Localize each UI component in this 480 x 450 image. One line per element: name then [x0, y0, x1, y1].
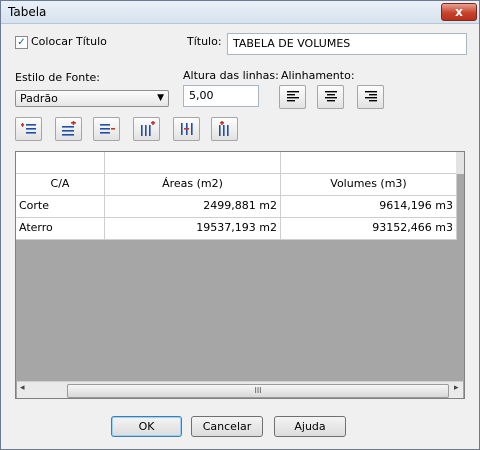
grid-header-cell[interactable]	[16, 152, 105, 174]
insert-column-button[interactable]	[133, 117, 160, 141]
row-height-label: Altura das linhas:	[183, 69, 279, 82]
align-right-button[interactable]	[357, 85, 384, 109]
append-row-icon	[99, 124, 115, 134]
delete-column-icon	[180, 123, 193, 135]
title-label: Título:	[187, 35, 222, 48]
align-center-icon	[324, 91, 337, 102]
alignment-label: Alinhamento:	[281, 69, 355, 82]
append-row-button[interactable]	[93, 117, 120, 141]
grid-header-cell[interactable]	[281, 152, 457, 174]
column-header-volumes[interactable]: Volumes (m3)	[281, 174, 457, 196]
scroll-right-icon[interactable]: ▸	[454, 383, 459, 393]
window-title: Tabela	[8, 5, 47, 19]
title-input[interactable]: TABELA DE VOLUMES	[227, 33, 467, 55]
scroll-thumb[interactable]: III	[67, 384, 449, 398]
title-bar: Tabela x	[1, 1, 479, 24]
show-title-checkbox[interactable]: ✓	[15, 36, 28, 49]
cancel-button[interactable]: Cancelar	[191, 416, 263, 437]
horizontal-scrollbar[interactable]: ◂ III ▸	[17, 381, 463, 398]
append-column-button[interactable]	[211, 117, 238, 141]
font-style-label: Estilo de Fonte:	[15, 71, 101, 84]
insert-row-above-icon	[61, 121, 76, 136]
vertical-scrollbar[interactable]	[456, 152, 464, 174]
row-height-input[interactable]: 5,00	[183, 85, 259, 107]
align-right-icon	[364, 91, 377, 102]
column-header-areas[interactable]: Áreas (m2)	[105, 174, 281, 196]
table-cell[interactable]: Aterro	[16, 218, 105, 240]
data-grid[interactable]: C/A Áreas (m2) Volumes (m3) Corte 2499,8…	[15, 151, 465, 399]
column-header-ca[interactable]: C/A	[16, 174, 105, 196]
align-left-icon	[286, 91, 299, 102]
delete-column-button[interactable]	[173, 117, 200, 141]
insert-column-icon	[140, 121, 155, 136]
insert-row-icon	[20, 123, 36, 134]
help-button[interactable]: Ajuda	[274, 416, 346, 437]
close-icon: x	[455, 5, 463, 19]
table-cell[interactable]: 19537,193 m2	[105, 218, 281, 240]
ok-button[interactable]: OK	[111, 416, 182, 437]
insert-row-above-button[interactable]	[55, 117, 82, 141]
grid-header-cell[interactable]	[105, 152, 281, 174]
append-column-icon	[218, 121, 229, 136]
table-cell[interactable]: 93152,466 m3	[281, 218, 457, 240]
show-title-label: Colocar Título	[31, 35, 107, 48]
table-dialog: Tabela x ✓ Colocar Título Título: TABELA…	[0, 0, 480, 450]
close-button[interactable]: x	[441, 3, 477, 21]
table-cell[interactable]: Corte	[16, 196, 105, 218]
chevron-down-icon: ▼	[157, 93, 164, 103]
table-cell[interactable]: 9614,196 m3	[281, 196, 457, 218]
align-center-button[interactable]	[317, 85, 344, 109]
align-left-button[interactable]	[279, 85, 306, 109]
table-cell[interactable]: 2499,881 m2	[105, 196, 281, 218]
insert-row-button[interactable]	[15, 117, 42, 141]
scroll-left-icon[interactable]: ◂	[20, 383, 25, 393]
font-style-value: Padrão	[20, 92, 58, 105]
font-style-select[interactable]: Padrão ▼	[15, 90, 169, 107]
